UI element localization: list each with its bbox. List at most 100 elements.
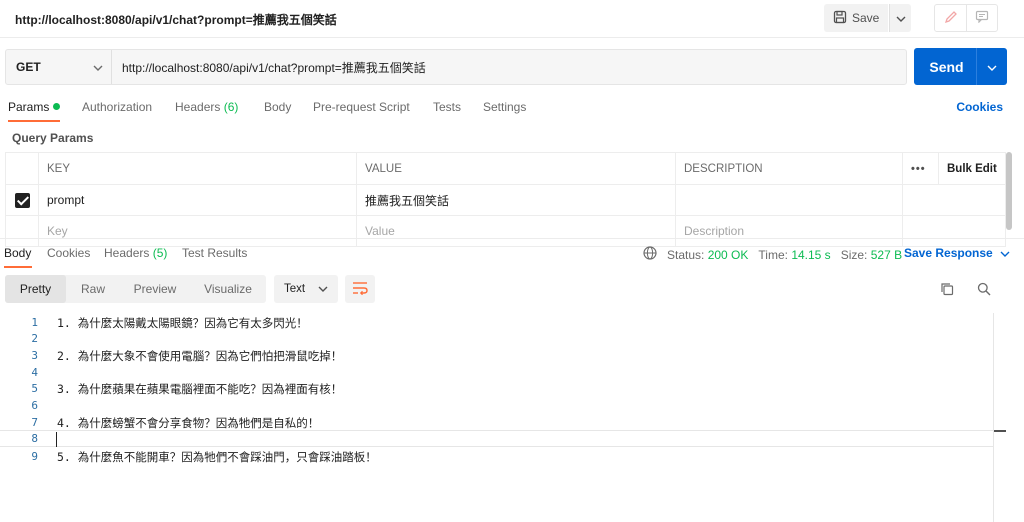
column-description: DESCRIPTION — [675, 152, 903, 185]
url-input[interactable] — [112, 50, 906, 84]
method-select[interactable]: GET — [6, 50, 112, 84]
format-raw-button[interactable]: Raw — [66, 275, 120, 303]
line-number: 3 — [31, 349, 38, 362]
code-line-current: 8 — [0, 430, 993, 447]
tab-response-body[interactable]: Body — [4, 246, 31, 260]
wrap-lines-icon — [352, 281, 368, 298]
tab-response-headers[interactable]: Headers (5) — [104, 246, 167, 260]
save-button[interactable]: Save — [824, 4, 888, 32]
tab-headers-label: Headers — [175, 100, 221, 114]
line-number: 9 — [31, 450, 38, 463]
status-label: Status: — [667, 247, 705, 262]
line-number: 4 — [31, 366, 38, 379]
language-label: Text — [284, 283, 306, 295]
format-pretty-button[interactable]: Pretty — [5, 275, 66, 303]
query-params-title: Query Params — [12, 131, 94, 145]
tab-tests[interactable]: Tests — [433, 100, 461, 114]
response-body-editor[interactable]: 1 1. 為什麼太陽戴太陽眼鏡？因為它有太多閃光！ 2 3 2. 為什麼大象不會使用… — [0, 313, 1024, 522]
line-text: 4. 為什麼螃蟹不會分享食物？因為牠們是自私的！ — [57, 415, 320, 430]
status-info[interactable]: Status: 200 OK — [667, 248, 748, 262]
tab-authorization[interactable]: Authorization — [82, 100, 152, 114]
table-header-row: KEY VALUE DESCRIPTION ••• Bulk Edit — [5, 152, 1006, 185]
column-key: KEY — [38, 152, 357, 185]
request-title[interactable]: http://localhost:8080/api/v1/chat?prompt… — [15, 11, 337, 28]
code-line: 7 4. 為什麼螃蟹不會分享食物？因為牠們是自私的！ — [0, 414, 993, 431]
size-label: Size: — [840, 247, 868, 262]
tab-response-headers-label: Headers — [104, 246, 150, 260]
tab-headers-count: (6) — [223, 100, 239, 114]
comments-button[interactable] — [966, 5, 997, 31]
code-line: 1 1. 為什麼太陽戴太陽眼鏡？因為它有太多閃光！ — [0, 314, 993, 331]
chevron-down-icon — [1000, 246, 1010, 260]
send-options-button[interactable] — [976, 48, 1007, 85]
pencil-icon — [944, 10, 958, 27]
send-button[interactable]: Send — [914, 48, 976, 85]
tab-headers[interactable]: Headers (6) — [175, 100, 238, 114]
tab-test-results[interactable]: Test Results — [182, 246, 247, 260]
line-text: 1. 為什麼太陽戴太陽眼鏡？因為它有太多閃光！ — [57, 315, 308, 330]
tab-response-cookies[interactable]: Cookies — [47, 246, 90, 260]
params-scrollbar[interactable] — [1006, 152, 1012, 230]
size-value: 527 B — [870, 247, 903, 262]
line-number: 2 — [31, 332, 38, 345]
format-preview-button[interactable]: Preview — [120, 275, 190, 303]
param-row-spacer — [902, 184, 1006, 216]
edit-button[interactable] — [935, 5, 966, 31]
line-text: 2. 為什麼大象不會使用電腦？因為它們怕把滑鼠吃掉！ — [57, 348, 343, 363]
search-icon[interactable] — [977, 282, 991, 299]
line-number: 5 — [31, 382, 38, 395]
param-description[interactable] — [675, 184, 903, 216]
row-checkbox-cell[interactable] — [5, 184, 39, 216]
language-select[interactable]: Text — [274, 275, 338, 303]
param-key[interactable]: prompt — [38, 184, 357, 216]
tab-response-headers-count: (5) — [152, 246, 168, 260]
code-line: 4 — [0, 364, 993, 381]
time-value: 14.15 s — [791, 247, 831, 262]
active-response-tab-indicator — [4, 266, 32, 268]
save-response-button[interactable]: Save Response — [904, 246, 1010, 260]
bulk-edit-button[interactable]: Bulk Edit — [938, 152, 1006, 185]
code-line: 3 2. 為什麼大象不會使用電腦？因為它們怕把滑鼠吃掉！ — [0, 347, 993, 364]
time-label: Time: — [758, 247, 788, 262]
response-status: Status: 200 OK Time: 14.15 s Size: 527 B — [643, 246, 902, 263]
column-options[interactable]: ••• — [902, 152, 939, 185]
size-info[interactable]: Size: 527 B — [841, 248, 902, 262]
code-line: 6 — [0, 397, 993, 414]
send-button-group: Send — [914, 48, 1007, 85]
tab-pre-request-script[interactable]: Pre-request Script — [313, 100, 410, 114]
edit-comment-group — [934, 4, 998, 32]
column-checkbox — [5, 152, 39, 185]
chevron-down-icon — [318, 283, 328, 295]
wrap-lines-button[interactable] — [345, 275, 375, 303]
tab-body[interactable]: Body — [264, 100, 291, 114]
editor-scrollbar-track[interactable] — [993, 313, 994, 522]
code-line: 9 5. 為什麼魚不能開車？因為牠們不會踩油門，只會踩油踏板！ — [0, 448, 993, 465]
comment-icon — [975, 10, 989, 26]
column-value: VALUE — [356, 152, 676, 185]
url-bar: GET — [5, 49, 907, 85]
text-cursor — [56, 432, 57, 447]
code-line: 2 — [0, 330, 993, 347]
chevron-down-icon — [987, 60, 997, 74]
chevron-down-icon — [93, 60, 103, 74]
line-number: 1 — [31, 316, 38, 329]
checkbox-checked-icon[interactable] — [14, 192, 30, 208]
response-bar: Body Cookies Headers (5) Test Results St… — [0, 238, 1024, 268]
response-format-group: Pretty Raw Preview Visualize — [5, 275, 266, 303]
time-info[interactable]: Time: 14.15 s — [758, 248, 830, 262]
tab-settings[interactable]: Settings — [483, 100, 526, 114]
status-value: 200 OK — [707, 247, 749, 262]
format-visualize-button[interactable]: Visualize — [190, 275, 266, 303]
param-value[interactable]: 推薦我五個笑話 — [356, 184, 676, 216]
tab-params[interactable]: Params — [8, 100, 61, 114]
line-text: 3. 為什麼蘋果在蘋果電腦裡面不能吃？因為裡面有核！ — [57, 381, 343, 396]
copy-icon[interactable] — [940, 282, 954, 299]
save-icon — [833, 10, 847, 27]
line-text: 5. 為什麼魚不能開車？因為牠們不會踩油門，只會踩油踏板！ — [57, 449, 377, 464]
globe-icon[interactable] — [643, 246, 657, 263]
save-label: Save — [852, 11, 880, 25]
request-title-bar: http://localhost:8080/api/v1/chat?prompt… — [0, 0, 1024, 38]
save-response-label: Save Response — [904, 246, 993, 260]
save-options-button[interactable] — [889, 4, 911, 32]
cookies-link[interactable]: Cookies — [956, 100, 1003, 114]
